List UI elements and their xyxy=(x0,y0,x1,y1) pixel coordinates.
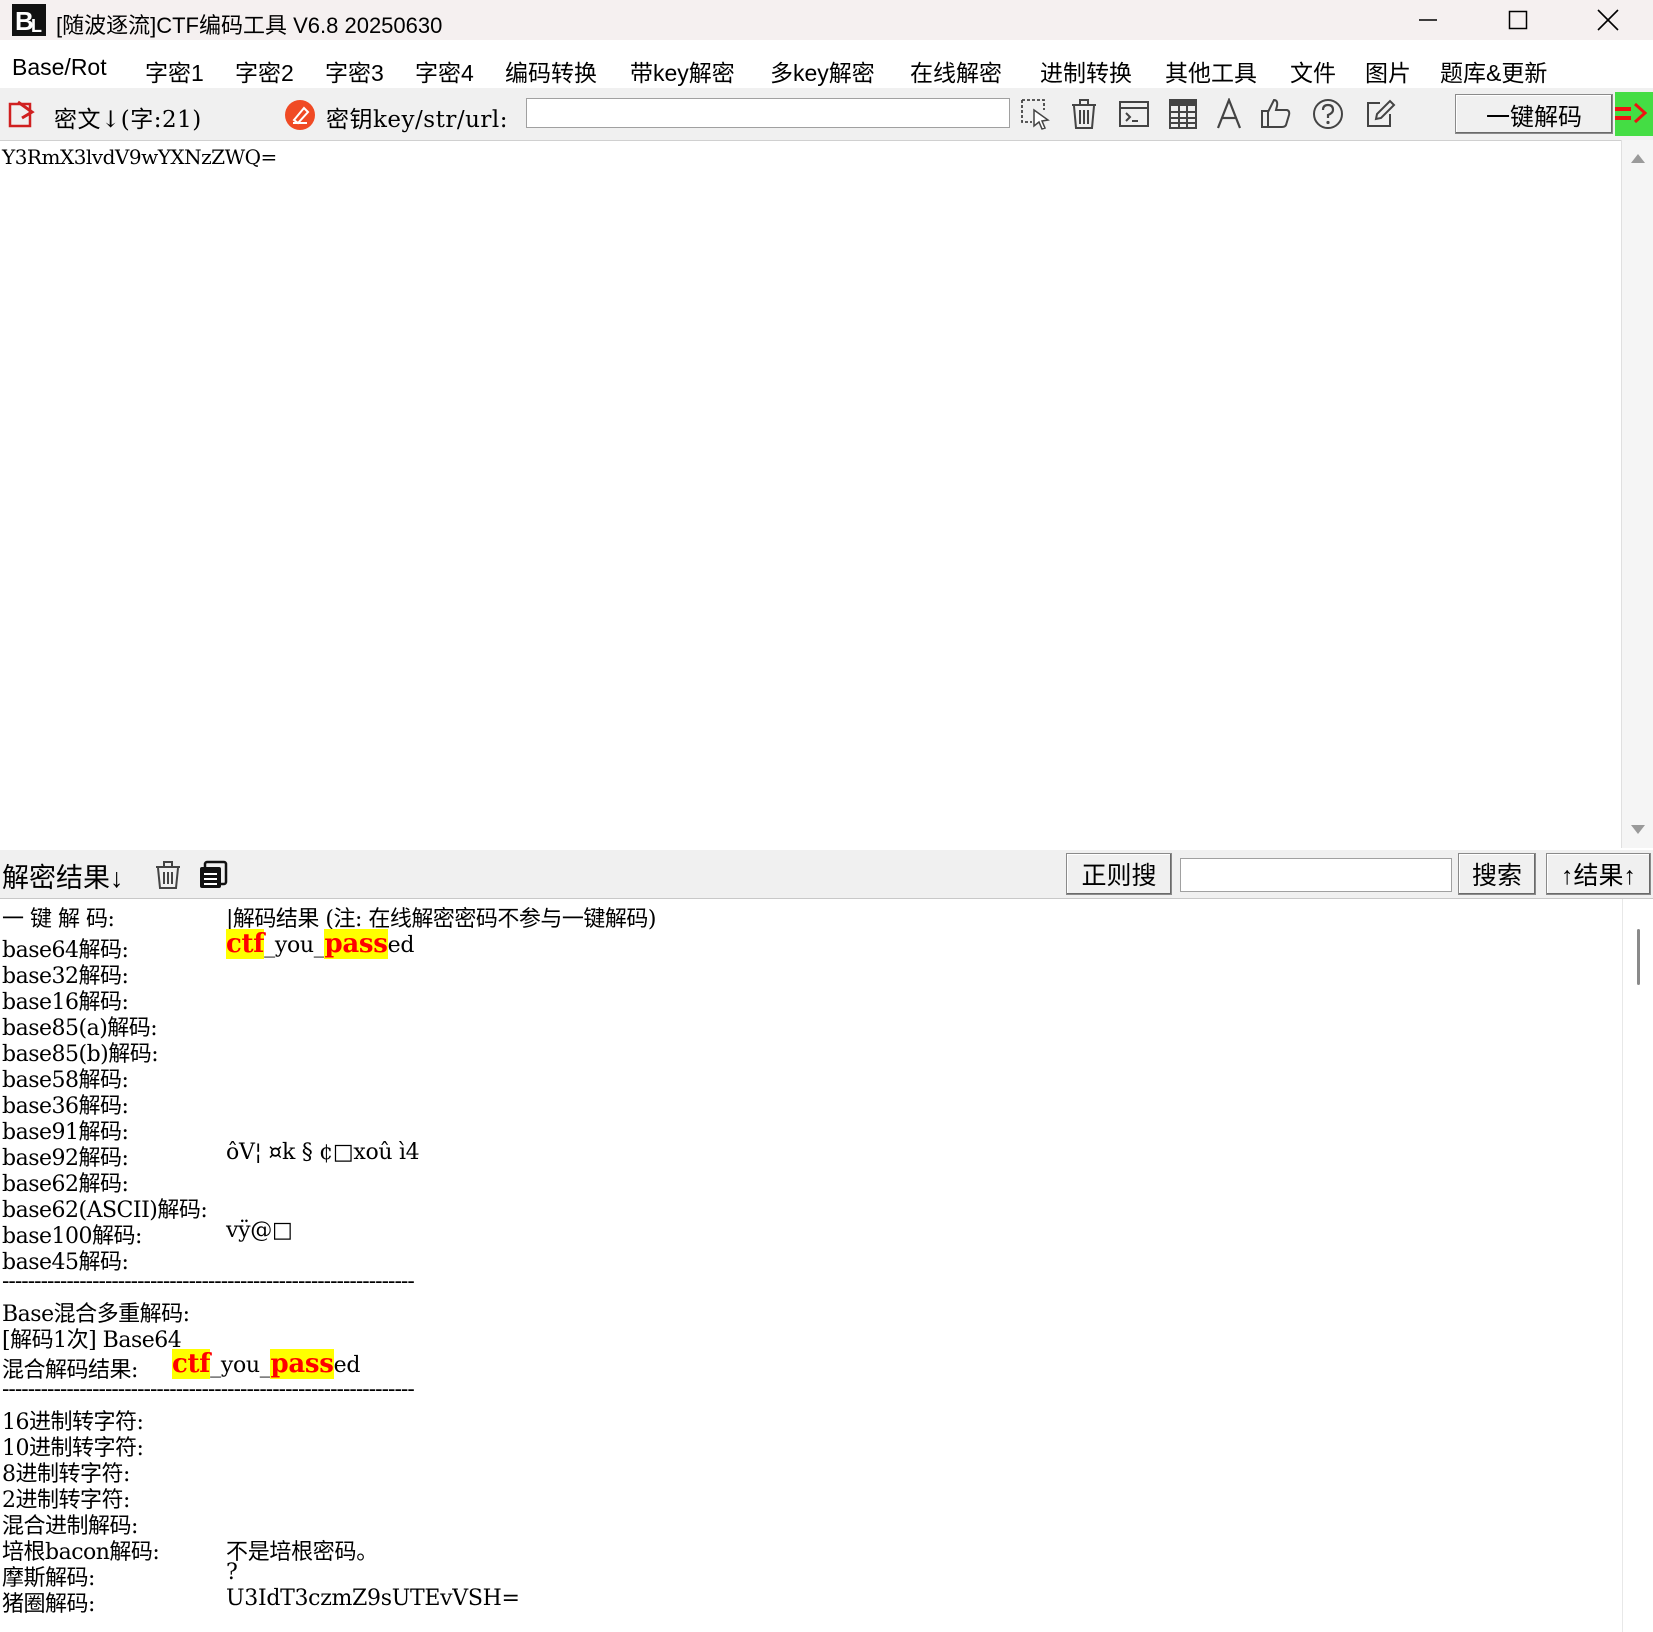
menu-zimi4[interactable]: 字密4 xyxy=(415,54,474,88)
mixed-tail: ed xyxy=(333,1353,361,1378)
close-icon xyxy=(1597,9,1619,31)
trash-icon[interactable] xyxy=(1068,98,1100,130)
eraser-icon[interactable] xyxy=(284,99,316,131)
copy-icon[interactable] xyxy=(198,860,228,890)
results-scrollbar[interactable] xyxy=(1622,899,1653,1632)
highlight-match: ctf xyxy=(226,929,265,959)
base64-result: ctf_you_passed xyxy=(226,929,414,959)
menu-key-decrypt[interactable]: 带key解密 xyxy=(630,54,735,88)
highlight-match: pass xyxy=(324,929,388,959)
toolbar: 密文↓(字:21) 密钥key/str/url: 一键解码 xyxy=(0,88,1653,140)
one-click-decode-button[interactable]: 一键解码 xyxy=(1455,94,1613,134)
result-toolbar: 解密结果↓ 正则搜 搜索 ↑结果↑ xyxy=(0,850,1653,899)
highlight-match: pass xyxy=(270,1349,334,1379)
base64-mid: _you_ xyxy=(264,933,325,958)
scroll-down-arrow-icon[interactable] xyxy=(1630,824,1646,836)
app-logo-icon: B L xyxy=(12,4,46,36)
terminal-icon[interactable] xyxy=(1118,100,1150,128)
double-arrow-icon xyxy=(1615,102,1648,124)
mixed-result-value: ctf_you_passed xyxy=(172,1349,360,1379)
highlight-match: ctf xyxy=(172,1349,211,1379)
menu-other-tools[interactable]: 其他工具 xyxy=(1165,54,1257,88)
mixed-decode-step: [解码1次] Base64 xyxy=(2,1328,182,1353)
decode-button-label: 一键解码 xyxy=(1486,102,1582,131)
scroll-up-arrow-icon[interactable] xyxy=(1630,152,1646,164)
menu-online[interactable]: 在线解密 xyxy=(910,54,1002,88)
go-button[interactable] xyxy=(1615,92,1653,136)
result-up-label: ↑结果↑ xyxy=(1560,862,1636,890)
scrollbar-thumb[interactable] xyxy=(1637,929,1640,985)
maximize-button[interactable] xyxy=(1473,0,1563,40)
result-line-label: 猪圈解码: xyxy=(2,1592,95,1617)
result-up-button[interactable]: ↑结果↑ xyxy=(1546,853,1651,895)
font-icon[interactable] xyxy=(1214,98,1244,130)
close-button[interactable] xyxy=(1563,0,1653,40)
key-label: 密钥key/str/url: xyxy=(326,107,508,133)
menu-zimi1[interactable]: 字密1 xyxy=(145,54,204,88)
separator-line: ----------------------------------------… xyxy=(2,1377,415,1402)
result-line-value: U3IdT3czmZ9sUTEvVSH= xyxy=(226,1586,520,1611)
result-line-value: 不是培根密码。 xyxy=(226,1540,378,1565)
minimize-icon xyxy=(1419,19,1437,21)
menu-zimi3[interactable]: 字密3 xyxy=(325,54,384,88)
cipher-label: 密文↓(字:21) xyxy=(54,107,202,133)
cipher-scrollbar[interactable] xyxy=(1621,140,1653,848)
result-line-value: vÿ@□ xyxy=(226,1218,293,1243)
menu-encoding[interactable]: 编码转换 xyxy=(505,54,597,88)
menu-image[interactable]: 图片 xyxy=(1365,54,1411,88)
menu-base-rot[interactable]: Base/Rot xyxy=(12,54,107,81)
result-label: 解密结果↓ xyxy=(2,863,124,893)
key-input[interactable] xyxy=(526,98,1010,128)
cipher-textarea[interactable]: Y3RmX3lvdV9wYXNzZWQ= xyxy=(0,140,1622,849)
search-input[interactable] xyxy=(1180,858,1452,892)
menu-multikey[interactable]: 多key解密 xyxy=(770,54,875,88)
search-button[interactable]: 搜索 xyxy=(1458,853,1536,895)
menu-bar: Base/Rot 字密1 字密2 字密3 字密4 编码转换 带key解密 多ke… xyxy=(0,48,1653,86)
trash-icon[interactable] xyxy=(153,860,183,890)
menu-bank-update[interactable]: 题库&更新 xyxy=(1440,54,1547,88)
svg-text:L: L xyxy=(31,16,42,36)
base64-tail: ed xyxy=(387,933,415,958)
minimize-button[interactable] xyxy=(1383,0,1473,40)
thumbs-up-icon[interactable] xyxy=(1260,97,1292,129)
mixed-mid: _you_ xyxy=(210,1353,271,1378)
results-header-left: 一 键 解 码: xyxy=(2,907,115,932)
edit-icon[interactable] xyxy=(1364,98,1396,130)
menu-zimi2[interactable]: 字密2 xyxy=(235,54,294,88)
search-button-label: 搜索 xyxy=(1471,862,1522,890)
regex-search-button[interactable]: 正则搜 xyxy=(1066,853,1172,895)
result-line-value: ôV¦ ¤k § ¢□xoû ì4 xyxy=(226,1140,420,1165)
title-bar: B L [随波逐流]CTF编码工具 V6.8 20250630 xyxy=(0,0,1653,40)
window-title: [随波逐流]CTF编码工具 V6.8 20250630 xyxy=(56,13,443,38)
select-cursor-icon[interactable] xyxy=(1020,98,1052,130)
import-icon[interactable] xyxy=(8,100,38,128)
result-line-value: ? xyxy=(226,1560,238,1585)
table-icon[interactable] xyxy=(1168,98,1198,130)
cipher-text[interactable]: Y3RmX3lvdV9wYXNzZWQ= xyxy=(2,145,277,169)
menu-radix[interactable]: 进制转换 xyxy=(1040,54,1132,88)
separator-line: ----------------------------------------… xyxy=(2,1269,415,1294)
results-textarea[interactable]: 一 键 解 码: |解码结果 (注: 在线解密密码不参与一键解码) base64… xyxy=(0,899,1622,1632)
help-icon[interactable] xyxy=(1312,98,1344,130)
menu-file[interactable]: 文件 xyxy=(1290,54,1336,88)
maximize-icon xyxy=(1508,10,1528,30)
regex-search-label: 正则搜 xyxy=(1081,862,1157,890)
